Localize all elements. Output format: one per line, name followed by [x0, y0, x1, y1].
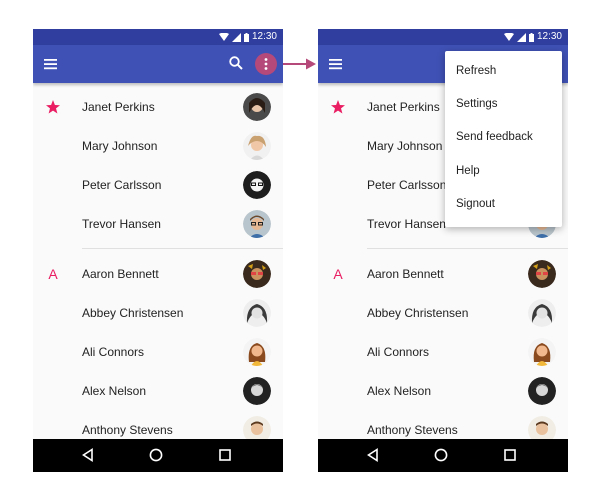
avatar: [243, 93, 271, 121]
avatar: [528, 338, 556, 366]
contact-name: Janet Perkins: [82, 100, 155, 114]
phone-screen-main: 12:30 Janet Perkins Mary Johnson Peter C…: [33, 29, 283, 472]
avatar: [243, 132, 271, 160]
avatar: [243, 210, 271, 238]
list-item[interactable]: Abbey Christensen: [318, 294, 568, 332]
more-vert-icon: [264, 58, 268, 70]
avatar: [243, 377, 271, 405]
contact-name: Trevor Hansen: [367, 217, 446, 231]
overflow-menu-button[interactable]: [255, 53, 277, 75]
contact-name: Alex Nelson: [367, 384, 432, 398]
system-nav-bar: [33, 439, 283, 472]
list-item[interactable]: Abbey Christensen: [33, 294, 283, 332]
avatar: [243, 260, 271, 288]
recents-square-icon[interactable]: [504, 449, 516, 461]
menu-item-signout[interactable]: Signout: [445, 188, 562, 221]
avatar: [528, 377, 556, 405]
contact-name: Alex Nelson: [82, 384, 147, 398]
wifi-icon: [218, 32, 229, 41]
phone-screen-menu-open: 12:30 Janet Perkins Mary Johnson Peter C…: [318, 29, 568, 472]
contact-name: Peter Carlsson: [367, 178, 447, 192]
list-item[interactable]: Janet Perkins: [33, 88, 283, 126]
back-triangle-icon[interactable]: [81, 448, 95, 462]
contact-name: Ali Connors: [367, 345, 430, 359]
avatar: [243, 338, 271, 366]
list-item[interactable]: Mary Johnson: [33, 127, 283, 165]
contact-name: Abbey Christensen: [82, 306, 184, 320]
contact-name: Mary Johnson: [367, 139, 443, 153]
avatar: [528, 260, 556, 288]
status-time: 12:30: [251, 31, 277, 42]
status-bar: 12:30: [318, 29, 568, 45]
signal-icon: [231, 32, 241, 42]
list-item[interactable]: Alex Nelson: [33, 372, 283, 410]
contact-name: Aaron Bennett: [367, 267, 444, 281]
section-divider: [367, 248, 568, 249]
avatar: [528, 299, 556, 327]
status-bar: 12:30: [33, 29, 283, 45]
list-item[interactable]: Ali Connors: [33, 333, 283, 371]
menu-item-help[interactable]: Help: [445, 155, 562, 188]
contact-name: Ali Connors: [82, 345, 145, 359]
back-triangle-icon[interactable]: [366, 448, 380, 462]
list-item[interactable]: A Aaron Bennett: [33, 255, 283, 293]
contact-name: Janet Perkins: [367, 100, 440, 114]
recents-square-icon[interactable]: [219, 449, 231, 461]
overflow-menu-popup: Refresh Settings Send feedback Help Sign…: [445, 51, 562, 227]
section-divider: [82, 248, 283, 249]
hamburger-menu-icon[interactable]: [328, 57, 344, 71]
list-item[interactable]: Alex Nelson: [318, 372, 568, 410]
star-icon: [46, 100, 60, 114]
contact-name: Peter Carlsson: [82, 178, 162, 192]
section-letter: A: [48, 266, 58, 282]
avatar: [243, 299, 271, 327]
contact-name: Trevor Hansen: [82, 217, 161, 231]
hamburger-menu-icon[interactable]: [43, 57, 59, 71]
status-time: 12:30: [536, 31, 562, 42]
contact-name: Abbey Christensen: [367, 306, 469, 320]
battery-icon: [243, 32, 249, 42]
menu-item-refresh[interactable]: Refresh: [445, 55, 562, 88]
contact-name: Mary Johnson: [82, 139, 158, 153]
star-icon: [331, 100, 345, 114]
list-item[interactable]: Trevor Hansen: [33, 205, 283, 243]
list-item[interactable]: Ali Connors: [318, 333, 568, 371]
home-circle-icon[interactable]: [434, 448, 448, 462]
signal-icon: [516, 32, 526, 42]
search-icon[interactable]: [228, 55, 244, 71]
avatar: [243, 171, 271, 199]
app-bar: [33, 45, 283, 83]
system-nav-bar: [318, 439, 568, 472]
menu-item-send-feedback[interactable]: Send feedback: [445, 121, 562, 154]
battery-icon: [528, 32, 534, 42]
home-circle-icon[interactable]: [149, 448, 163, 462]
section-letter: A: [333, 266, 343, 282]
list-item[interactable]: Peter Carlsson: [33, 166, 283, 204]
wifi-icon: [503, 32, 514, 41]
contact-name: Aaron Bennett: [82, 267, 159, 281]
list-item[interactable]: A Aaron Bennett: [318, 255, 568, 293]
menu-item-settings[interactable]: Settings: [445, 88, 562, 121]
